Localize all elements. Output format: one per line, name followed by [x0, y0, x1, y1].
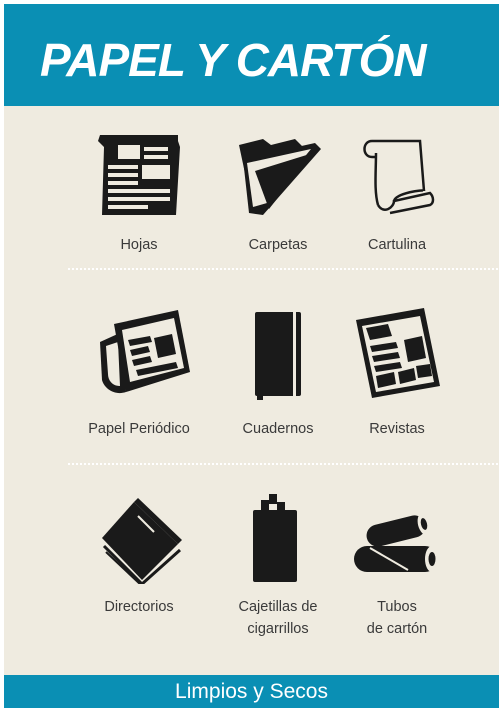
folder-icon: [239, 139, 321, 215]
paper-sheet-icon: [98, 135, 180, 215]
directory-book-icon: [102, 498, 182, 584]
item-label: Papel Periódico: [88, 421, 190, 437]
item-label: Revistas: [369, 421, 425, 437]
poster: PAPEL Y CARTÓN Hojas Carpetas Cartulina …: [4, 4, 499, 708]
item-label: Cartulina: [367, 237, 427, 253]
notebook-icon: [255, 312, 301, 400]
item-label: Tubos de cartón: [366, 599, 428, 637]
cardboard-tubes-icon: [354, 513, 439, 572]
item-directorios: Directorios: [64, 492, 214, 652]
newspaper-icon: [100, 310, 190, 394]
item-papel-periodico: Papel Periódico: [64, 304, 214, 444]
item-hojas: Hojas: [64, 129, 214, 259]
header-banner: PAPEL Y CARTÓN: [4, 4, 499, 106]
item-revistas: Revistas: [322, 304, 472, 444]
magazine-icon: [356, 308, 440, 398]
item-tubos: Tubos de cartón: [322, 492, 472, 652]
page-title: PAPEL Y CARTÓN: [40, 34, 427, 86]
footer-banner: Limpios y Secos: [4, 675, 499, 708]
item-cartulina: Cartulina: [322, 129, 472, 259]
scroll-icon: [363, 139, 435, 215]
item-label: Directorios: [104, 599, 174, 615]
divider: [68, 463, 498, 465]
divider: [68, 268, 498, 270]
footer-text: Limpios y Secos: [175, 680, 328, 703]
cigarette-pack-icon: [253, 494, 297, 582]
item-label: Hojas: [120, 237, 158, 253]
